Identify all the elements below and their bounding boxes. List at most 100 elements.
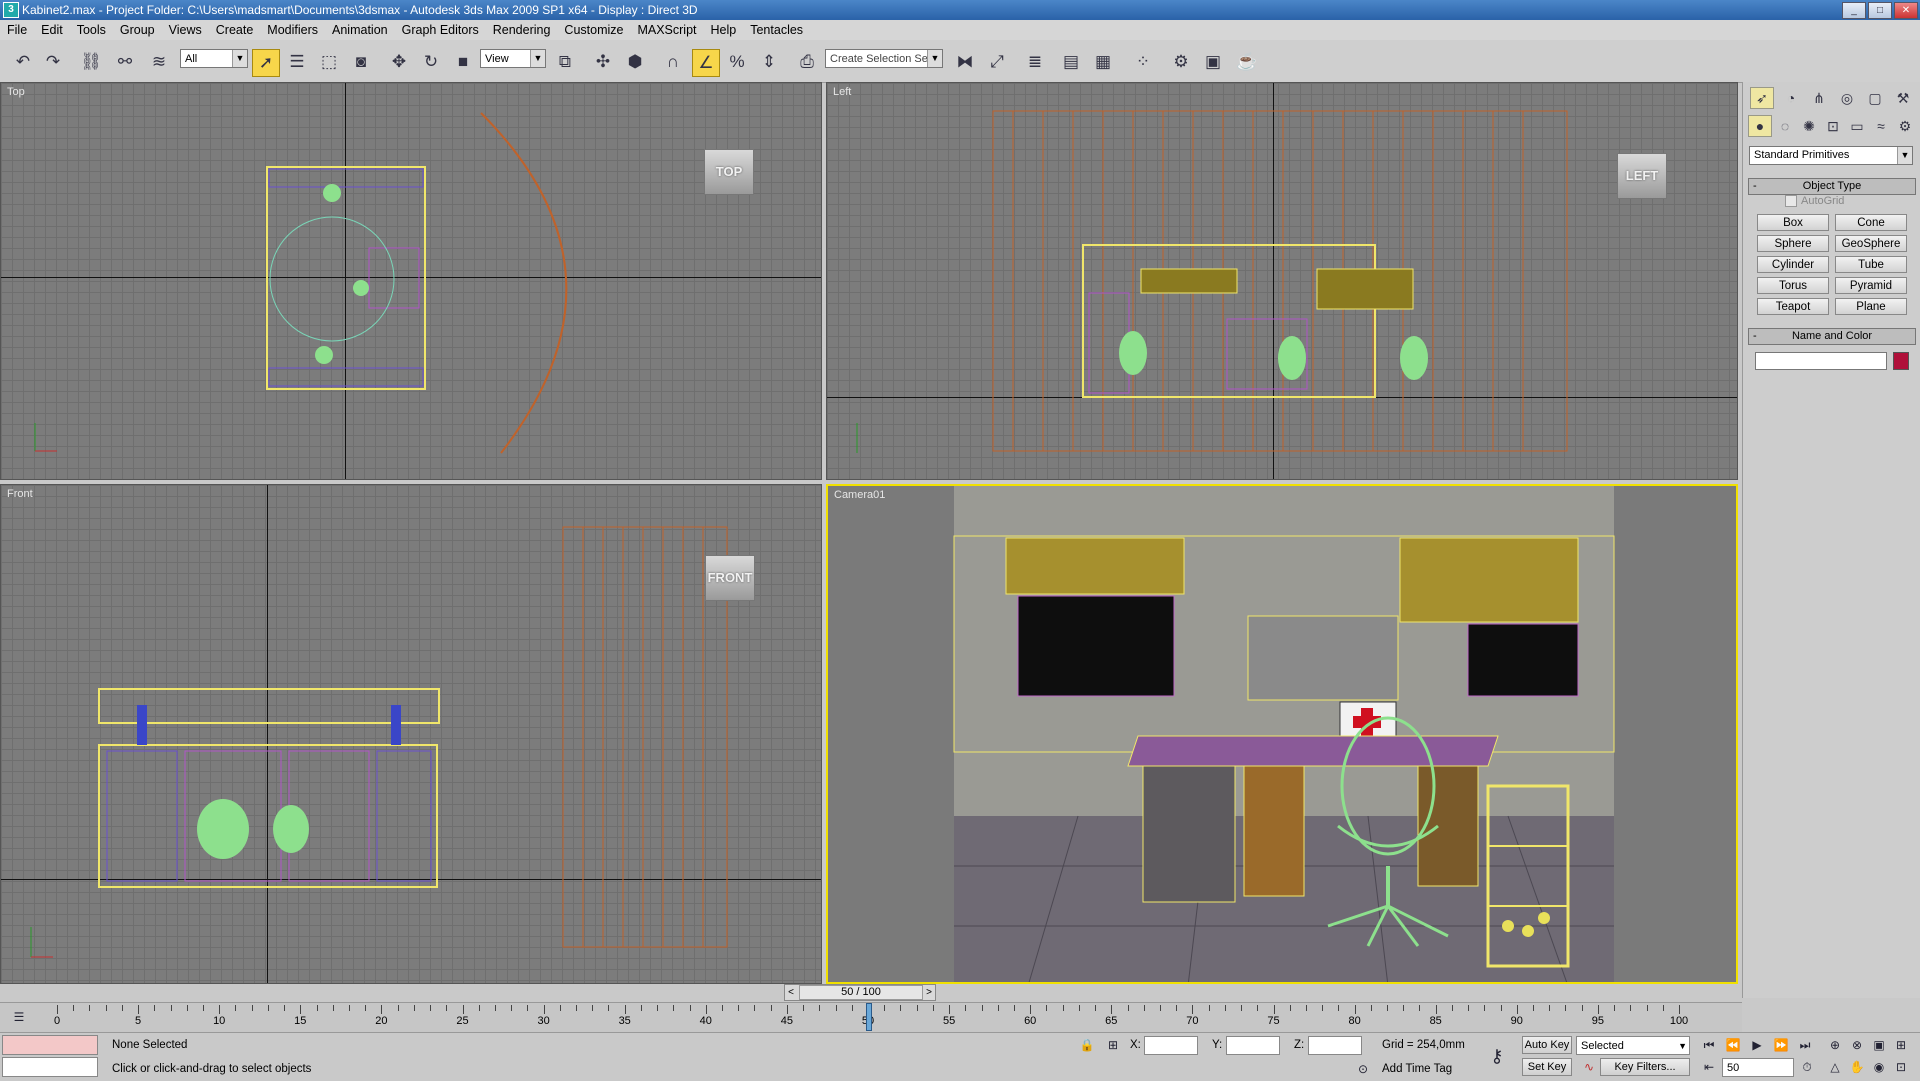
- render-setup-icon[interactable]: ⚙: [1168, 49, 1194, 75]
- edit-named-selection-icon[interactable]: ⎙: [794, 49, 820, 75]
- menu-views[interactable]: Views: [162, 23, 209, 37]
- mirror-icon[interactable]: ⧓: [952, 49, 978, 75]
- tube-button[interactable]: Tube: [1835, 256, 1907, 273]
- cone-button[interactable]: Cone: [1835, 214, 1907, 231]
- viewcube[interactable]: TOP: [704, 149, 754, 195]
- viewport-left[interactable]: Left LEFT: [826, 82, 1738, 480]
- menu-maxscript[interactable]: MAXScript: [630, 23, 703, 37]
- app-icon[interactable]: 3: [3, 2, 19, 18]
- percent-snap-icon[interactable]: %: [724, 49, 750, 75]
- snaps-toggle-icon[interactable]: ∩: [660, 49, 686, 75]
- menu-graph-editors[interactable]: Graph Editors: [395, 23, 486, 37]
- mini-curve-editor-icon[interactable]: ☰: [10, 1008, 28, 1026]
- menu-tools[interactable]: Tools: [70, 23, 113, 37]
- cylinder-button[interactable]: Cylinder: [1757, 256, 1829, 273]
- viewport-front[interactable]: Front FRONT: [0, 484, 822, 984]
- select-and-move-icon[interactable]: ✥: [386, 49, 412, 75]
- viewcube[interactable]: LEFT: [1617, 153, 1667, 199]
- name-and-color-rollout[interactable]: - Name and Color: [1748, 328, 1916, 345]
- menu-tentacles[interactable]: Tentacles: [743, 23, 810, 37]
- align-icon[interactable]: ⤢: [984, 49, 1010, 75]
- select-and-manipulate-icon[interactable]: ✣: [590, 49, 616, 75]
- box-button[interactable]: Box: [1757, 214, 1829, 231]
- torus-button[interactable]: Torus: [1757, 277, 1829, 294]
- bind-to-space-warp-icon[interactable]: ≋: [146, 49, 172, 75]
- key-filters-button[interactable]: Key Filters...: [1600, 1058, 1690, 1076]
- viewcube[interactable]: FRONT: [705, 555, 755, 601]
- motion-tab-icon[interactable]: ◎: [1836, 88, 1858, 108]
- modify-tab-icon[interactable]: ◔: [1780, 88, 1802, 108]
- time-configuration-icon[interactable]: ⏱: [1798, 1058, 1816, 1076]
- current-frame-input[interactable]: 50: [1722, 1058, 1794, 1077]
- previous-key-icon[interactable]: ⏪: [1724, 1036, 1742, 1054]
- key-mode-toggle-icon[interactable]: ⇤: [1700, 1058, 1718, 1076]
- key-icon[interactable]: ⚷: [1488, 1047, 1506, 1065]
- sphere-button[interactable]: Sphere: [1757, 235, 1829, 252]
- shapes-icon[interactable]: ◌: [1774, 116, 1796, 136]
- lock-icon[interactable]: 🔒: [1078, 1036, 1096, 1054]
- menu-file[interactable]: File: [0, 23, 34, 37]
- keyboard-shortcut-override-icon[interactable]: ⬢: [622, 49, 648, 75]
- menu-group[interactable]: Group: [113, 23, 162, 37]
- helpers-icon[interactable]: ▭: [1846, 116, 1868, 136]
- menu-help[interactable]: Help: [704, 23, 744, 37]
- y-coordinate-input[interactable]: [1226, 1036, 1280, 1055]
- menu-edit[interactable]: Edit: [34, 23, 70, 37]
- selection-filter-dropdown[interactable]: All ▼: [180, 49, 248, 68]
- time-slider[interactable]: < 50 / 100 >: [784, 984, 936, 1001]
- maximize-viewport-icon[interactable]: ⊡: [1892, 1058, 1910, 1076]
- set-key-filters-icon[interactable]: ∿: [1580, 1058, 1598, 1076]
- zoom-icon[interactable]: ⊕: [1826, 1036, 1844, 1054]
- menu-customize[interactable]: Customize: [557, 23, 630, 37]
- named-selection-set-dropdown[interactable]: Create Selection Set ▼: [825, 49, 943, 68]
- previous-frame-icon[interactable]: <: [785, 985, 797, 1000]
- space-warps-icon[interactable]: ≈: [1870, 116, 1892, 136]
- lights-icon[interactable]: ✺: [1798, 116, 1820, 136]
- pan-view-icon[interactable]: ✋: [1848, 1058, 1866, 1076]
- time-slider-thumb[interactable]: 50 / 100: [799, 985, 923, 1000]
- plane-button[interactable]: Plane: [1835, 298, 1907, 315]
- object-color-swatch[interactable]: [1893, 352, 1909, 370]
- set-key-button[interactable]: Set Key: [1522, 1058, 1572, 1076]
- material-editor-icon[interactable]: ⁘: [1130, 49, 1156, 75]
- menu-animation[interactable]: Animation: [325, 23, 395, 37]
- absolute-mode-icon[interactable]: ⊞: [1104, 1036, 1122, 1054]
- add-time-tag[interactable]: Add Time Tag: [1382, 1063, 1452, 1075]
- viewport-camera[interactable]: Camera01: [826, 484, 1738, 984]
- quick-render-icon[interactable]: ☕: [1234, 49, 1260, 75]
- pivot-center-icon[interactable]: ⧉: [552, 49, 578, 75]
- next-key-icon[interactable]: ⏩: [1772, 1036, 1790, 1054]
- angle-snap-icon[interactable]: ∠: [692, 49, 720, 77]
- object-type-rollout[interactable]: - Object Type: [1748, 178, 1916, 195]
- create-tab-icon[interactable]: ➶: [1750, 87, 1774, 109]
- go-to-start-icon[interactable]: ⏮: [1700, 1036, 1718, 1054]
- menu-rendering[interactable]: Rendering: [486, 23, 558, 37]
- geosphere-button[interactable]: GeoSphere: [1835, 235, 1907, 252]
- hierarchy-tab-icon[interactable]: ⋔: [1808, 88, 1830, 108]
- object-name-input[interactable]: [1755, 352, 1887, 370]
- auto-key-button[interactable]: Auto Key: [1522, 1036, 1572, 1054]
- next-frame-icon[interactable]: >: [923, 985, 935, 1000]
- menu-modifiers[interactable]: Modifiers: [260, 23, 325, 37]
- select-and-rotate-icon[interactable]: ↻: [418, 49, 444, 75]
- track-bar[interactable]: ☰ 05101520253035404550556065707580859095…: [0, 1002, 1742, 1033]
- viewport-top[interactable]: Top TOP: [0, 82, 822, 480]
- close-button[interactable]: ✕: [1894, 2, 1918, 19]
- play-icon[interactable]: ▶: [1748, 1036, 1766, 1054]
- utilities-tab-icon[interactable]: ⚒: [1892, 88, 1914, 108]
- go-to-end-icon[interactable]: ⏭: [1796, 1036, 1814, 1054]
- teapot-button[interactable]: Teapot: [1757, 298, 1829, 315]
- rectangular-selection-icon[interactable]: ⬚: [316, 49, 342, 75]
- menu-create[interactable]: Create: [209, 23, 261, 37]
- select-object-icon[interactable]: ➚: [252, 49, 280, 77]
- zoom-extents-icon[interactable]: ▣: [1870, 1036, 1888, 1054]
- geometry-icon[interactable]: ●: [1748, 115, 1772, 137]
- pyramid-button[interactable]: Pyramid: [1835, 277, 1907, 294]
- schematic-view-icon[interactable]: ▦: [1090, 49, 1116, 75]
- field-of-view-icon[interactable]: △: [1826, 1058, 1844, 1076]
- curve-editor-icon[interactable]: ▤: [1058, 49, 1084, 75]
- maxscript-output[interactable]: [2, 1057, 98, 1077]
- minimize-button[interactable]: _: [1842, 2, 1866, 19]
- x-coordinate-input[interactable]: [1144, 1036, 1198, 1055]
- reference-coordinate-dropdown[interactable]: View ▼: [480, 49, 546, 68]
